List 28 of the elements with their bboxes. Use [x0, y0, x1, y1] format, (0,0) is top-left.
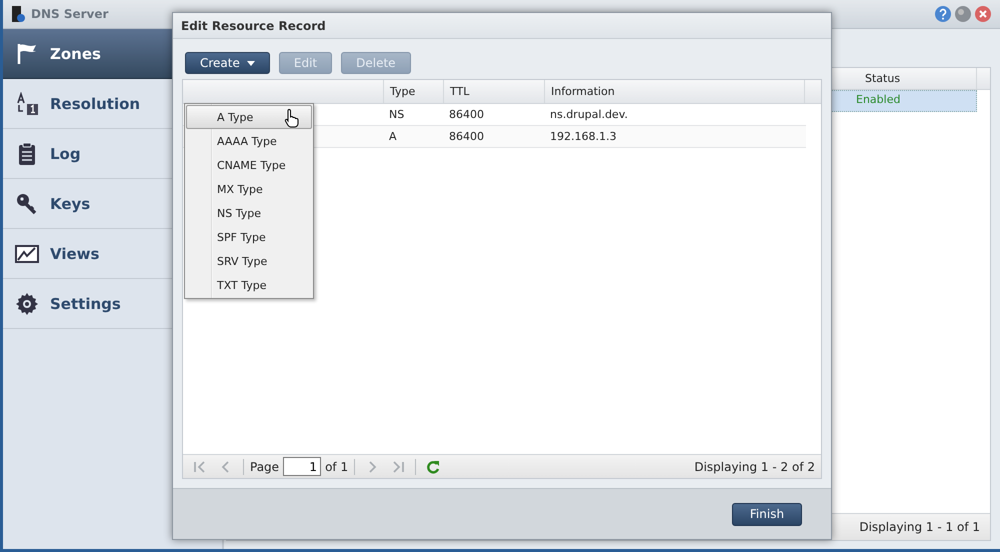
key-icon — [15, 192, 39, 216]
table-cell-text: NS — [388, 107, 406, 123]
table-cell-text: 86400 — [448, 129, 485, 145]
pointer-hand-icon — [284, 108, 300, 128]
zones-status: Displaying 1 - 1 of 1 — [859, 520, 980, 534]
finish-button[interactable]: Finish — [732, 502, 802, 526]
toolbar-button[interactable]: Create — [185, 52, 270, 74]
table-cell-text: 192.168.1.3 — [549, 129, 618, 145]
table-cell-text: 86400 — [448, 107, 485, 123]
table-cell-text: A — [388, 129, 398, 145]
paging-status: Displaying 1 - 2 of 2 — [694, 460, 815, 474]
status-text: Enabled — [855, 92, 902, 108]
column-header[interactable]: Type — [383, 80, 443, 103]
column-header[interactable]: TTL — [443, 80, 544, 103]
page-number-field[interactable]: 1 — [283, 457, 322, 476]
table-cell-text: ns.drupal.dev. — [549, 107, 629, 123]
page-label: Page — [250, 460, 280, 474]
page-count-label: of 1 — [325, 460, 348, 474]
flag-icon — [15, 42, 39, 66]
column-header[interactable]: Information — [544, 80, 804, 103]
sorting-icon — [15, 92, 39, 116]
window-title: DNS Server — [31, 7, 108, 21]
menu-item[interactable]: A Type — [186, 105, 312, 129]
settings-icon — [15, 292, 39, 316]
help-icon[interactable] — [934, 5, 952, 23]
minimize-icon[interactable] — [954, 5, 972, 23]
server-icon — [11, 5, 25, 23]
close-icon[interactable] — [974, 5, 992, 23]
